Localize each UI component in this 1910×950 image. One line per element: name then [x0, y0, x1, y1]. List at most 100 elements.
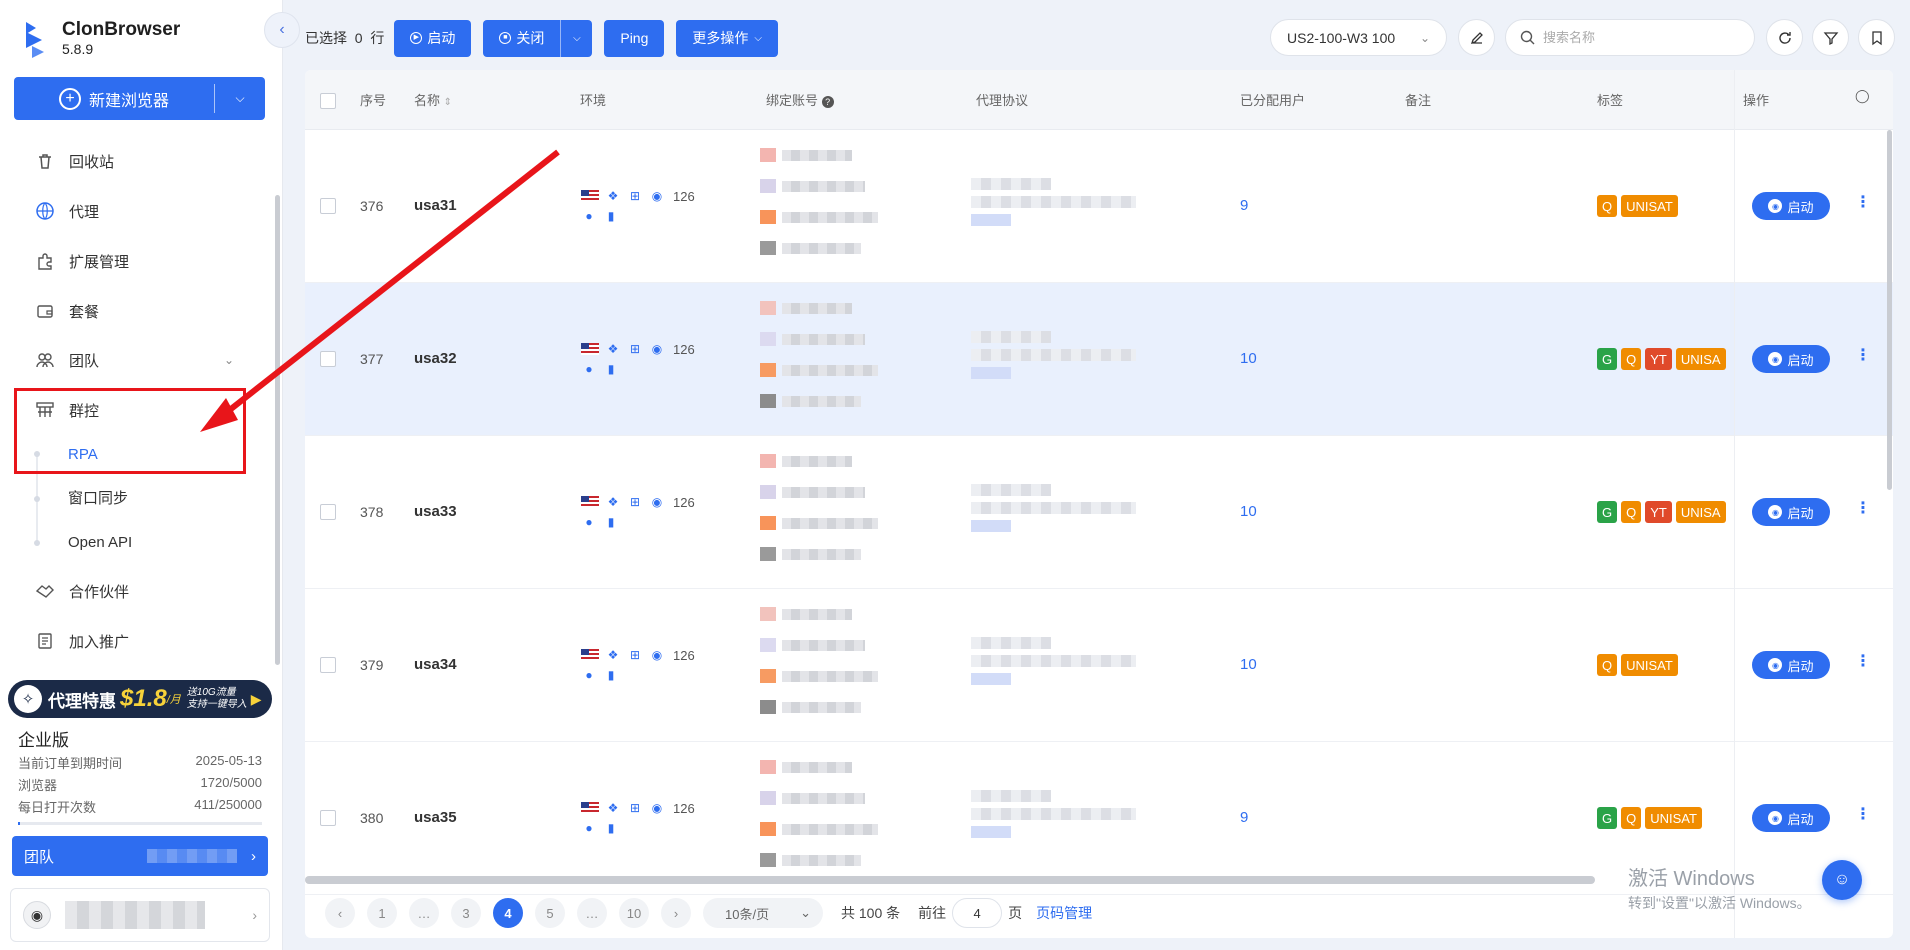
- user-card[interactable]: ◉ ›: [10, 888, 270, 942]
- row-checkbox[interactable]: [320, 351, 336, 367]
- proxy-blur-line: [971, 520, 1011, 532]
- row-checkbox[interactable]: [320, 657, 336, 673]
- row-assigned-users[interactable]: 10: [1240, 656, 1257, 673]
- row-account-blurred: [760, 454, 878, 578]
- page-button[interactable]: 10: [619, 898, 649, 928]
- team-switch-button[interactable]: 团队 ›: [12, 836, 268, 876]
- launch-button[interactable]: ◉ 启动: [1752, 804, 1830, 832]
- chevron-down-icon[interactable]: ⌵: [215, 91, 265, 106]
- more-actions-button[interactable]: 更多操作 ⌵: [676, 19, 778, 57]
- ping-button[interactable]: Ping: [604, 19, 665, 57]
- table-row[interactable]: 379 usa34 ❖ ⊞ ◉ 126 ● ▮ 10 Q UNISAT ◉ 启动…: [305, 589, 1893, 742]
- goto-prefix: 前往: [918, 905, 947, 921]
- sidebar-subitem-window-sync[interactable]: 窗口同步: [68, 488, 128, 510]
- bookmark-icon: ▮: [607, 515, 615, 529]
- sidebar-subitem-open-api[interactable]: Open API: [68, 532, 132, 554]
- row-name[interactable]: usa34: [414, 656, 457, 673]
- more-options-icon[interactable]: ⋮: [1855, 345, 1871, 365]
- vertical-scrollbar[interactable]: [1887, 130, 1892, 490]
- row-name[interactable]: usa35: [414, 809, 457, 826]
- sidebar-item-partners[interactable]: 合作伙伴: [34, 579, 129, 603]
- tag-badge: Q: [1621, 807, 1642, 829]
- bookmark-button[interactable]: [1858, 19, 1895, 56]
- sidebar-item-team[interactable]: 团队 ⌄: [34, 348, 244, 372]
- edit-button[interactable]: [1458, 19, 1495, 56]
- row-assigned-users[interactable]: 10: [1240, 503, 1257, 520]
- sidebar-item-extensions[interactable]: 扩展管理: [34, 249, 129, 273]
- proxy-blur-line: [971, 826, 1011, 838]
- page-ellipsis[interactable]: …: [409, 898, 439, 928]
- page-button[interactable]: 1: [367, 898, 397, 928]
- plan-label: 当前订单到期时间: [18, 756, 123, 771]
- new-browser-main[interactable]: + 新建浏览器: [14, 87, 214, 111]
- row-tags: Q UNISAT: [1597, 654, 1727, 676]
- chevron-down-icon[interactable]: ⌵: [560, 19, 592, 57]
- launch-button[interactable]: ◉ 启动: [1752, 192, 1830, 220]
- page-manage-link[interactable]: 页码管理: [1036, 903, 1092, 923]
- promo-sub-line1: 送10G流量: [186, 687, 236, 698]
- account-blur-bar: [782, 333, 865, 345]
- sidebar-item-recycle-bin[interactable]: 回收站: [34, 149, 114, 173]
- prev-page-button[interactable]: ‹: [325, 898, 355, 928]
- more-options-icon[interactable]: ⋮: [1855, 192, 1871, 212]
- us-flag-icon: [581, 343, 599, 355]
- collapse-sidebar-button[interactable]: ‹: [264, 12, 300, 48]
- row-checkbox[interactable]: [320, 810, 336, 826]
- sidebar-item-plan[interactable]: 套餐: [34, 299, 99, 323]
- more-options-icon[interactable]: ⋮: [1855, 804, 1871, 824]
- region-select[interactable]: US2-100-W3 100 ⌄: [1270, 19, 1447, 56]
- goto-page-input[interactable]: 4: [952, 898, 1003, 928]
- account-blur-line: [760, 516, 878, 530]
- page-button[interactable]: 3: [451, 898, 481, 928]
- launch-button[interactable]: ◉ 启动: [1752, 651, 1830, 679]
- start-button[interactable]: ▶ 启动: [394, 19, 472, 57]
- more-options-icon[interactable]: ⋮: [1855, 498, 1871, 518]
- table-row[interactable]: 378 usa33 ❖ ⊞ ◉ 126 ● ▮ 10 G Q YT UNISA …: [305, 436, 1893, 589]
- table-row[interactable]: 377 usa32 ❖ ⊞ ◉ 126 ● ▮ 10 G Q YT UNISA …: [305, 283, 1893, 436]
- row-checkbox[interactable]: [320, 198, 336, 214]
- launch-button[interactable]: ◉ 启动: [1752, 498, 1830, 526]
- support-float-button[interactable]: ☺: [1822, 860, 1862, 900]
- row-name[interactable]: usa32: [414, 350, 457, 367]
- row-name[interactable]: usa33: [414, 503, 457, 520]
- search-input[interactable]: [1543, 30, 1723, 45]
- plan-row-daily-opens: 每日打开次数 411/250000: [18, 797, 262, 816]
- more-options-icon[interactable]: ⋮: [1855, 651, 1871, 671]
- next-page-button[interactable]: ›: [661, 898, 691, 928]
- page-button[interactable]: 5: [535, 898, 565, 928]
- row-name[interactable]: usa31: [414, 197, 457, 214]
- table-row[interactable]: 376 usa31 ❖ ⊞ ◉ 126 ● ▮ 9 Q UNISAT ◉ 启动 …: [305, 130, 1893, 283]
- row-assigned-users[interactable]: 9: [1240, 809, 1248, 826]
- ping-label: Ping: [620, 30, 649, 46]
- plan-row-expiry: 当前订单到期时间 2025-05-13: [18, 753, 262, 772]
- filter-button[interactable]: [1812, 19, 1849, 56]
- team-icon: [34, 349, 56, 371]
- refresh-button[interactable]: [1766, 19, 1803, 56]
- select-all-checkbox[interactable]: [320, 93, 336, 109]
- account-blur-bar: [782, 364, 878, 376]
- horizontal-scrollbar[interactable]: [305, 876, 1595, 884]
- launch-button[interactable]: ◉ 启动: [1752, 345, 1830, 373]
- sidebar-item-affiliate[interactable]: 加入推广: [34, 629, 129, 653]
- page-ellipsis[interactable]: …: [577, 898, 607, 928]
- ops-column-divider: [1734, 70, 1735, 938]
- row-checkbox[interactable]: [320, 504, 336, 520]
- account-blur-bar: [782, 486, 865, 498]
- col-name[interactable]: 名称 ⇕: [414, 90, 452, 109]
- column-settings-icon[interactable]: ◯: [1855, 88, 1870, 104]
- account-blur-square: [760, 301, 776, 315]
- page-button[interactable]: 4: [493, 898, 523, 928]
- plan-value: 1720/5000: [200, 775, 262, 790]
- sidebar-item-proxy[interactable]: 代理: [34, 199, 99, 223]
- windows-icon: ⊞: [629, 189, 641, 203]
- new-browser-button[interactable]: + 新建浏览器 ⌵: [14, 77, 265, 120]
- close-button[interactable]: ■ 关闭: [483, 20, 560, 57]
- proxy-promo-banner[interactable]: ✧ 代理特惠 $1.8 /月 送10G流量 支持一键导入 ▶: [8, 680, 272, 718]
- table-header: 序号 名称 ⇕ 环境 绑定账号 ? 代理协议 已分配用户 备注 标签 操作 ◯: [305, 70, 1893, 130]
- row-assigned-users[interactable]: 10: [1240, 350, 1257, 367]
- tag-badge: G: [1597, 348, 1618, 370]
- row-assigned-users[interactable]: 9: [1240, 197, 1248, 214]
- page-size-select[interactable]: 10条/页 ⌄: [703, 898, 823, 928]
- sidebar-scrollbar[interactable]: [275, 195, 280, 665]
- us-flag-icon: [581, 802, 599, 814]
